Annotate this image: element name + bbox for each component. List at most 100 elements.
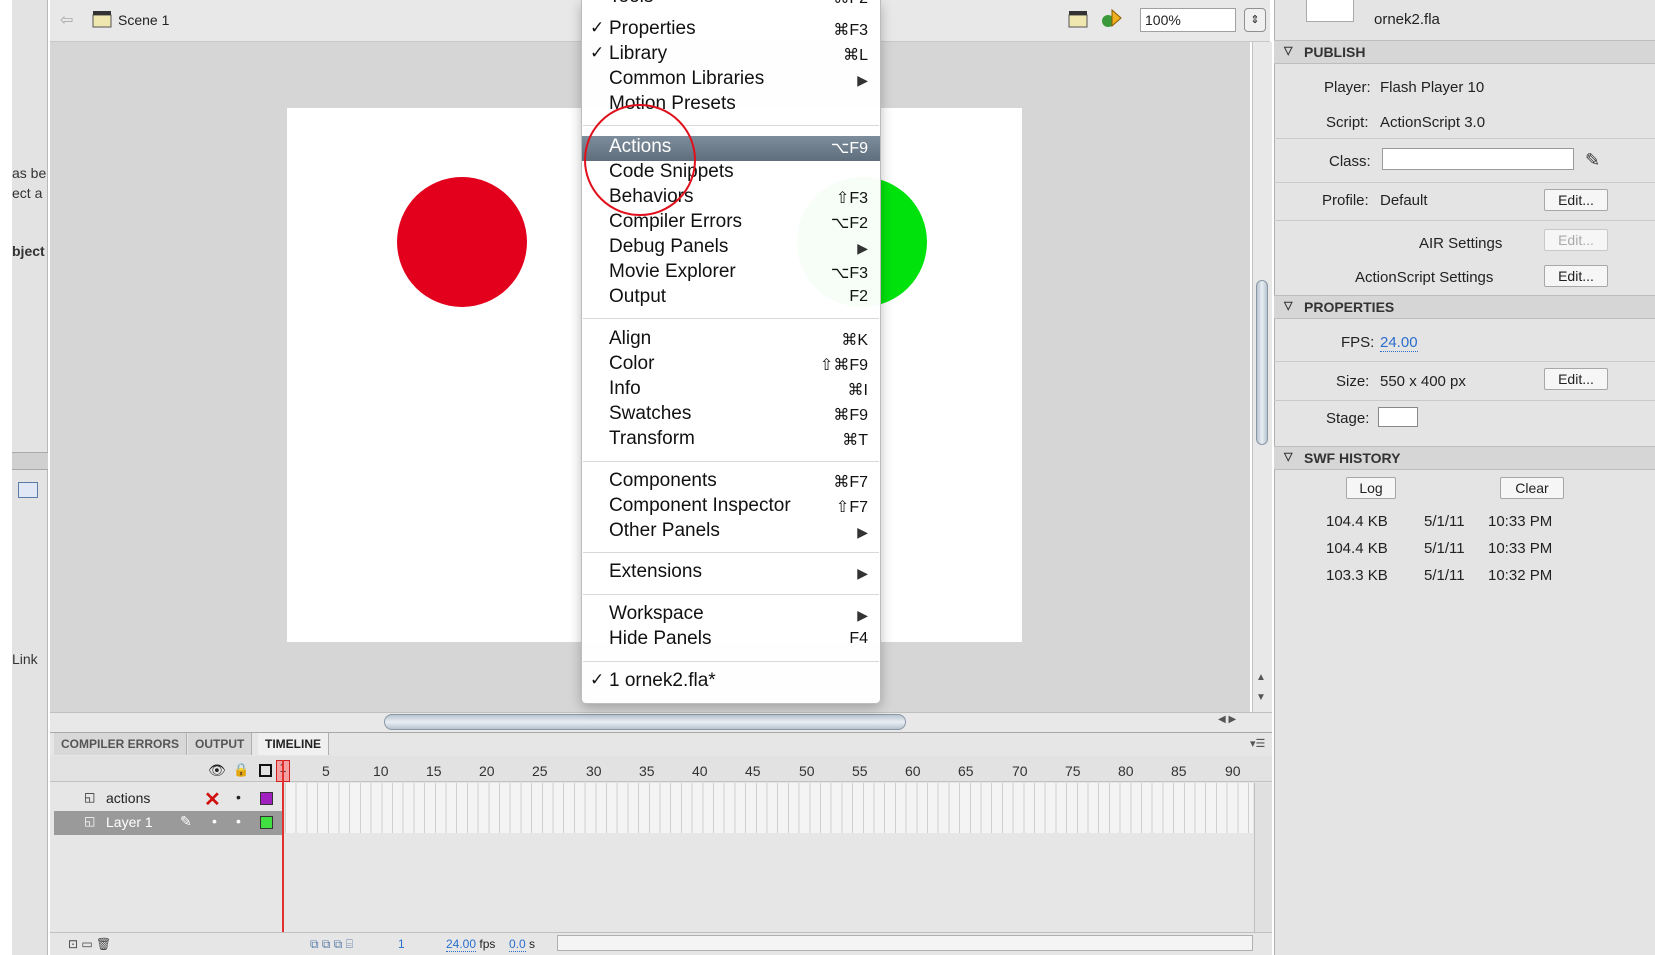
- scroll-up-arrow-icon[interactable]: ▲: [1256, 672, 1266, 683]
- menu-item-transform[interactable]: Transform ⌘T: [582, 428, 880, 453]
- frame-number: 50: [799, 763, 815, 779]
- menu-item-library[interactable]: ✓ Library ⌘L: [582, 43, 880, 68]
- scroll-down-arrow-icon[interactable]: ▼: [1256, 692, 1266, 703]
- size-edit-button[interactable]: Edit...: [1544, 368, 1608, 390]
- left-panel-snippet: bject: [12, 243, 45, 259]
- air-settings-edit-button[interactable]: Edit...: [1544, 229, 1608, 251]
- scene-label[interactable]: Scene 1: [118, 12, 169, 28]
- profile-label: Profile:: [1322, 192, 1369, 209]
- menu-item-debug-panels[interactable]: Debug Panels ▶: [582, 236, 880, 261]
- current-frame[interactable]: 1: [398, 937, 405, 951]
- scroll-left-arrow-icon[interactable]: ◀ ▶: [1218, 714, 1236, 725]
- history-time: 10:33 PM: [1488, 540, 1553, 557]
- layer-row-layer-1[interactable]: ◱ Layer 1 ✎ • •: [54, 811, 284, 835]
- red-circle-shape[interactable]: [397, 177, 527, 307]
- fps-value[interactable]: 24.00: [1380, 334, 1418, 352]
- lock-dot-icon[interactable]: •: [236, 813, 241, 829]
- menu-separator: [583, 661, 879, 662]
- submenu-arrow-icon: ▶: [857, 72, 868, 88]
- left-panel-snippet: Link: [12, 651, 38, 667]
- menu-item-info[interactable]: Info ⌘I: [582, 378, 880, 403]
- edit-symbols-icon[interactable]: [1100, 8, 1122, 30]
- menu-item-open-document[interactable]: ✓ 1 ornek2.fla*: [582, 670, 880, 695]
- visible-dot-icon[interactable]: •: [212, 813, 217, 829]
- section-publish[interactable]: ▽ PUBLISH: [1274, 40, 1655, 64]
- class-input[interactable]: [1382, 148, 1574, 170]
- frame-grid[interactable]: [285, 783, 1253, 833]
- frame-number: 30: [586, 763, 602, 779]
- stage-label: Stage:: [1326, 410, 1370, 427]
- menu-item-properties[interactable]: ✓ Properties ⌘F3: [582, 18, 880, 43]
- left-panel-strip: as be ect a bject Link: [12, 0, 48, 955]
- menu-item-tools[interactable]: ✓ Tools ⌘F2: [582, 0, 880, 11]
- menu-item-movie-explorer[interactable]: Movie Explorer ⌥F3: [582, 261, 880, 286]
- eye-icon[interactable]: 👁: [208, 762, 226, 779]
- stage-horizontal-scroll-thumb[interactable]: [384, 714, 906, 730]
- divider: [1274, 220, 1655, 221]
- edit-scene-icon[interactable]: [1068, 10, 1088, 28]
- menu-item-swatches[interactable]: Swatches ⌘F9: [582, 403, 880, 428]
- frame-number: 90: [1225, 763, 1241, 779]
- history-time: 10:33 PM: [1488, 513, 1553, 530]
- actionscript-settings-edit-button[interactable]: Edit...: [1544, 265, 1608, 287]
- menu-item-compiler-errors[interactable]: Compiler Errors ⌥F2: [582, 211, 880, 236]
- frame-number: 10: [373, 763, 389, 779]
- pencil-edit-icon[interactable]: ✎: [1585, 150, 1600, 171]
- layer-row-actions[interactable]: ◱ actions ✕ •: [54, 787, 284, 811]
- layer-color-swatch[interactable]: [260, 792, 273, 805]
- actionscript-settings-label: ActionScript Settings: [1355, 269, 1494, 286]
- back-arrow-icon[interactable]: ⇦: [60, 10, 73, 30]
- menu-separator: [583, 552, 879, 553]
- menu-item-color[interactable]: Color ⇧⌘F9: [582, 353, 880, 378]
- layer-name: actions: [106, 790, 151, 806]
- fps-readout[interactable]: 24.00 fps: [446, 937, 495, 952]
- stage-color-swatch[interactable]: [1378, 407, 1418, 427]
- tab-compiler-errors[interactable]: COMPILER ERRORS: [54, 733, 188, 755]
- panel-menu-icon[interactable]: ▾☰: [1250, 737, 1265, 750]
- size-label: Size:: [1336, 373, 1370, 390]
- section-swf-history[interactable]: ▽ SWF HISTORY: [1274, 446, 1655, 470]
- menu-item-output[interactable]: Output F2: [582, 286, 880, 311]
- lock-dot-icon[interactable]: •: [236, 789, 241, 805]
- tab-output[interactable]: OUTPUT: [188, 733, 253, 755]
- submenu-arrow-icon: ▶: [857, 240, 868, 256]
- menu-item-other-panels[interactable]: Other Panels ▶: [582, 520, 880, 545]
- log-button[interactable]: Log: [1346, 477, 1396, 499]
- outline-icon[interactable]: [259, 764, 272, 777]
- profile-edit-button[interactable]: Edit...: [1544, 189, 1608, 211]
- document-thumbnail: [1306, 0, 1354, 22]
- zoom-field[interactable]: 100%: [1140, 8, 1236, 32]
- hidden-x-icon[interactable]: ✕: [204, 787, 221, 812]
- history-date: 5/1/11: [1424, 567, 1465, 584]
- menu-item-common-libraries[interactable]: Common Libraries ▶: [582, 68, 880, 93]
- layer-color-swatch[interactable]: [260, 816, 273, 829]
- menu-item-components[interactable]: Components ⌘F7: [582, 470, 880, 495]
- new-layer-icon[interactable]: ⊡ ▭ 🗑: [68, 937, 111, 951]
- zoom-dropdown-button[interactable]: ⇕: [1244, 8, 1266, 32]
- tab-timeline[interactable]: TIMELINE: [258, 733, 329, 755]
- onion-skin-icon[interactable]: ⧉ ⧉ ⧉ ⌸: [310, 937, 353, 952]
- menu-item-component-inspector[interactable]: Component Inspector ⇧F7: [582, 495, 880, 520]
- lock-icon[interactable]: 🔒: [233, 762, 249, 778]
- menu-separator: [583, 594, 879, 595]
- timeline-horizontal-scrollbar[interactable]: [557, 935, 1253, 951]
- menu-item-hide-panels[interactable]: Hide Panels F4: [582, 628, 880, 653]
- menu-item-workspace[interactable]: Workspace ▶: [582, 603, 880, 628]
- history-size: 103.3 KB: [1326, 567, 1388, 584]
- left-panel-snippet: ect a: [12, 185, 43, 201]
- stage-vertical-scroll-thumb[interactable]: [1256, 280, 1268, 445]
- time-readout[interactable]: 0.0 s: [509, 937, 535, 952]
- menu-item-extensions[interactable]: Extensions ▶: [582, 561, 880, 586]
- menu-item-align[interactable]: Align ⌘K: [582, 328, 880, 353]
- menu-separator: [583, 318, 879, 319]
- panel-icon[interactable]: [18, 482, 38, 498]
- divider: [1274, 361, 1655, 362]
- clear-button[interactable]: Clear: [1500, 477, 1564, 499]
- file-name: ornek2.fla: [1374, 11, 1440, 28]
- class-label: Class:: [1329, 153, 1371, 170]
- timeline-vertical-scrollbar[interactable]: [1254, 783, 1272, 932]
- section-properties[interactable]: ▽ PROPERTIES: [1274, 295, 1655, 319]
- script-label: Script:: [1326, 114, 1369, 131]
- properties-panel: [1274, 0, 1655, 955]
- frame-number: 20: [479, 763, 495, 779]
